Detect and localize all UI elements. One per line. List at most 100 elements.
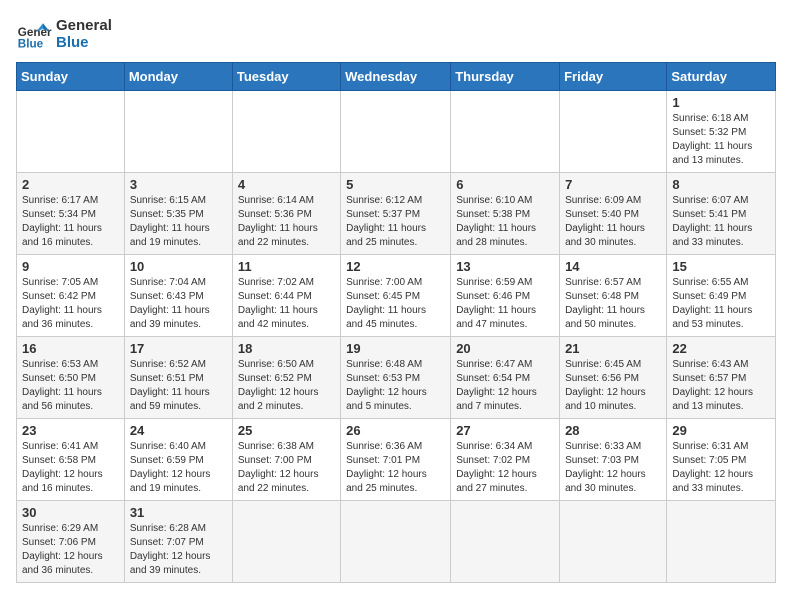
day-info: Sunrise: 6:14 AM Sunset: 5:36 PM Dayligh… <box>238 194 335 250</box>
day-number: 9 <box>22 259 119 274</box>
day-info: Sunrise: 6:36 AM Sunset: 7:01 PM Dayligh… <box>346 440 445 496</box>
day-number: 31 <box>130 505 227 520</box>
day-info: Sunrise: 6:34 AM Sunset: 7:02 PM Dayligh… <box>456 440 554 496</box>
day-number: 24 <box>130 423 227 438</box>
day-info: Sunrise: 6:53 AM Sunset: 6:50 PM Dayligh… <box>22 358 119 414</box>
logo-icon: General Blue <box>16 16 52 52</box>
day-number: 4 <box>238 177 335 192</box>
day-number: 8 <box>672 177 770 192</box>
weekday-saturday: Saturday <box>667 63 776 91</box>
day-info: Sunrise: 6:40 AM Sunset: 6:59 PM Dayligh… <box>130 440 227 496</box>
day-info: Sunrise: 6:50 AM Sunset: 6:52 PM Dayligh… <box>238 358 335 414</box>
day-info: Sunrise: 7:00 AM Sunset: 6:45 PM Dayligh… <box>346 276 445 332</box>
day-cell: 28 Sunrise: 6:33 AM Sunset: 7:03 PM Dayli… <box>560 419 667 501</box>
day-number: 10 <box>130 259 227 274</box>
day-number: 15 <box>672 259 770 274</box>
day-number: 7 <box>565 177 661 192</box>
day-number: 14 <box>565 259 661 274</box>
day-info: Sunrise: 6:17 AM Sunset: 5:34 PM Dayligh… <box>22 194 119 250</box>
day-info: Sunrise: 6:07 AM Sunset: 5:41 PM Dayligh… <box>672 194 770 250</box>
day-cell <box>232 91 340 173</box>
day-number: 28 <box>565 423 661 438</box>
day-cell <box>341 501 451 583</box>
day-number: 29 <box>672 423 770 438</box>
day-number: 25 <box>238 423 335 438</box>
week-row-2: 2 Sunrise: 6:17 AM Sunset: 5:34 PM Daylig… <box>17 173 776 255</box>
page-header: General Blue General Blue <box>16 16 776 52</box>
logo-general: General <box>56 17 112 34</box>
day-info: Sunrise: 6:15 AM Sunset: 5:35 PM Dayligh… <box>130 194 227 250</box>
day-cell <box>560 501 667 583</box>
day-cell: 15 Sunrise: 6:55 AM Sunset: 6:49 PM Dayli… <box>667 255 776 337</box>
day-info: Sunrise: 6:55 AM Sunset: 6:49 PM Dayligh… <box>672 276 770 332</box>
day-cell: 22Sunrise: 6:43 AM Sunset: 6:57 PM Dayli… <box>667 337 776 419</box>
day-cell: 5Sunrise: 6:12 AM Sunset: 5:37 PM Daylig… <box>341 173 451 255</box>
day-cell: 23Sunrise: 6:41 AM Sunset: 6:58 PM Dayli… <box>17 419 125 501</box>
logo: General Blue General Blue <box>16 16 112 52</box>
day-cell: 24 Sunrise: 6:40 AM Sunset: 6:59 PM Dayli… <box>124 419 232 501</box>
weekday-header-row: SundayMondayTuesdayWednesdayThursdayFrid… <box>17 63 776 91</box>
day-info: Sunrise: 6:52 AM Sunset: 6:51 PM Dayligh… <box>130 358 227 414</box>
day-cell: 14Sunrise: 6:57 AM Sunset: 6:48 PM Dayli… <box>560 255 667 337</box>
day-number: 3 <box>130 177 227 192</box>
day-number: 2 <box>22 177 119 192</box>
day-info: Sunrise: 6:10 AM Sunset: 5:38 PM Dayligh… <box>456 194 554 250</box>
day-cell: 9 Sunrise: 7:05 AM Sunset: 6:42 PM Daylig… <box>17 255 125 337</box>
day-number: 16 <box>22 341 119 356</box>
day-info: Sunrise: 6:33 AM Sunset: 7:03 PM Dayligh… <box>565 440 661 496</box>
day-cell: 12 Sunrise: 7:00 AM Sunset: 6:45 PM Dayli… <box>341 255 451 337</box>
weekday-thursday: Thursday <box>451 63 560 91</box>
weekday-tuesday: Tuesday <box>232 63 340 91</box>
day-info: Sunrise: 6:41 AM Sunset: 6:58 PM Dayligh… <box>22 440 119 496</box>
week-row-6: 30 Sunrise: 6:29 AM Sunset: 7:06 PM Dayli… <box>17 501 776 583</box>
day-info: Sunrise: 6:09 AM Sunset: 5:40 PM Dayligh… <box>565 194 661 250</box>
day-info: Sunrise: 6:18 AM Sunset: 5:32 PM Dayligh… <box>672 112 770 168</box>
day-cell <box>232 501 340 583</box>
day-number: 12 <box>346 259 445 274</box>
svg-text:Blue: Blue <box>18 38 44 51</box>
day-cell <box>124 91 232 173</box>
day-info: Sunrise: 6:47 AM Sunset: 6:54 PM Dayligh… <box>456 358 554 414</box>
day-cell: 30 Sunrise: 6:29 AM Sunset: 7:06 PM Dayli… <box>17 501 125 583</box>
week-row-1: 1 Sunrise: 6:18 AM Sunset: 5:32 PM Daylig… <box>17 91 776 173</box>
weekday-wednesday: Wednesday <box>341 63 451 91</box>
day-cell: 20Sunrise: 6:47 AM Sunset: 6:54 PM Dayli… <box>451 337 560 419</box>
calendar-table: SundayMondayTuesdayWednesdayThursdayFrid… <box>16 62 776 583</box>
week-row-5: 23Sunrise: 6:41 AM Sunset: 6:58 PM Dayli… <box>17 419 776 501</box>
day-number: 30 <box>22 505 119 520</box>
day-cell <box>560 91 667 173</box>
day-info: Sunrise: 7:05 AM Sunset: 6:42 PM Dayligh… <box>22 276 119 332</box>
day-cell: 19Sunrise: 6:48 AM Sunset: 6:53 PM Dayli… <box>341 337 451 419</box>
day-cell: 6 Sunrise: 6:10 AM Sunset: 5:38 PM Daylig… <box>451 173 560 255</box>
weekday-sunday: Sunday <box>17 63 125 91</box>
day-cell <box>451 91 560 173</box>
day-number: 18 <box>238 341 335 356</box>
day-cell: 7 Sunrise: 6:09 AM Sunset: 5:40 PM Daylig… <box>560 173 667 255</box>
day-cell: 1 Sunrise: 6:18 AM Sunset: 5:32 PM Daylig… <box>667 91 776 173</box>
day-info: Sunrise: 7:02 AM Sunset: 6:44 PM Dayligh… <box>238 276 335 332</box>
day-number: 6 <box>456 177 554 192</box>
day-cell <box>451 501 560 583</box>
day-cell: 18 Sunrise: 6:50 AM Sunset: 6:52 PM Dayli… <box>232 337 340 419</box>
day-number: 26 <box>346 423 445 438</box>
day-cell: 29Sunrise: 6:31 AM Sunset: 7:05 PM Dayli… <box>667 419 776 501</box>
day-cell: 25 Sunrise: 6:38 AM Sunset: 7:00 PM Dayli… <box>232 419 340 501</box>
day-info: Sunrise: 6:59 AM Sunset: 6:46 PM Dayligh… <box>456 276 554 332</box>
day-cell: 2 Sunrise: 6:17 AM Sunset: 5:34 PM Daylig… <box>17 173 125 255</box>
day-cell: 3 Sunrise: 6:15 AM Sunset: 5:35 PM Daylig… <box>124 173 232 255</box>
weekday-friday: Friday <box>560 63 667 91</box>
day-info: Sunrise: 6:38 AM Sunset: 7:00 PM Dayligh… <box>238 440 335 496</box>
day-number: 1 <box>672 95 770 110</box>
week-row-3: 9 Sunrise: 7:05 AM Sunset: 6:42 PM Daylig… <box>17 255 776 337</box>
day-number: 21 <box>565 341 661 356</box>
day-number: 5 <box>346 177 445 192</box>
day-number: 11 <box>238 259 335 274</box>
day-cell: 4 Sunrise: 6:14 AM Sunset: 5:36 PM Daylig… <box>232 173 340 255</box>
day-number: 13 <box>456 259 554 274</box>
logo-blue: Blue <box>56 34 112 51</box>
day-cell: 17Sunrise: 6:52 AM Sunset: 6:51 PM Dayli… <box>124 337 232 419</box>
day-cell: 27Sunrise: 6:34 AM Sunset: 7:02 PM Dayli… <box>451 419 560 501</box>
weekday-monday: Monday <box>124 63 232 91</box>
day-info: Sunrise: 6:29 AM Sunset: 7:06 PM Dayligh… <box>22 522 119 578</box>
day-cell: 26 Sunrise: 6:36 AM Sunset: 7:01 PM Dayli… <box>341 419 451 501</box>
